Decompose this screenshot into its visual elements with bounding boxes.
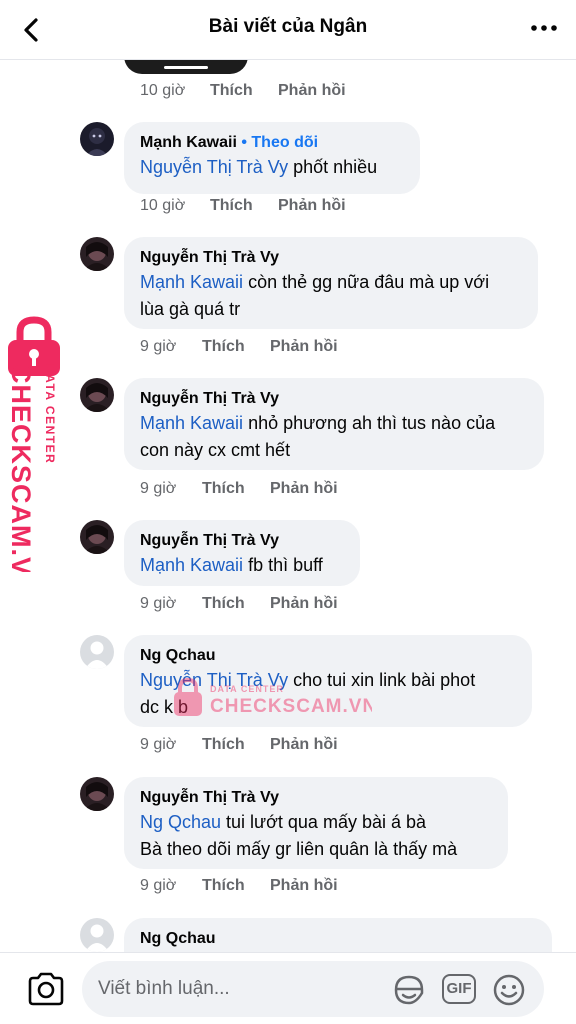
page-title: Bài viết của Ngân xyxy=(208,16,368,37)
comment-meta: 9 giờ Thích Phản hồi xyxy=(140,595,338,613)
reply-button[interactable]: Phản hồi xyxy=(270,736,338,754)
camera-button[interactable] xyxy=(26,971,66,1007)
like-button[interactable]: Thích xyxy=(202,595,270,613)
comment-time: 10 giờ xyxy=(140,82,186,99)
comment-author[interactable]: Mạnh Kawaii xyxy=(140,134,237,151)
comment-text: còn thẻ gg nữa đâu mà up với xyxy=(243,272,490,292)
comment-time: 9 giờ xyxy=(140,338,177,355)
header-bar: Bài viết của Ngân xyxy=(0,0,576,60)
comment-time: 9 giờ xyxy=(140,736,177,753)
like-button[interactable]: Thích xyxy=(202,338,270,356)
reply-button[interactable]: Phản hồi xyxy=(278,82,346,100)
mention-link[interactable]: Mạnh Kawaii xyxy=(140,555,243,575)
comment-input-wrapper: GIF xyxy=(82,961,544,1017)
emoji-icon xyxy=(493,974,525,1006)
comment-meta: 9 giờ Thích Phản hồi xyxy=(140,736,338,754)
comment-meta: 9 giờ Thích Phản hồi xyxy=(140,338,338,356)
reply-button[interactable]: Phản hồi xyxy=(270,595,338,613)
avatar[interactable] xyxy=(80,918,114,952)
comment-text: tui lướt qua mấy bài á bà xyxy=(221,812,427,832)
comment-bubble: Nguyễn Thị Trà Vy Mạnh Kawaii fb thì buf… xyxy=(124,520,360,586)
comment-bubble: Mạnh Kawaii • Theo dõi Nguyễn Thị Trà Vy… xyxy=(124,122,420,194)
avatar[interactable] xyxy=(80,237,114,271)
comment-author[interactable]: Ng Qchau xyxy=(140,928,536,950)
gif-icon[interactable]: GIF xyxy=(442,974,476,1004)
mention-link[interactable]: Nguyễn Thị Trà Vy xyxy=(140,670,288,690)
mention-link[interactable]: Nguyễn Thị Trà Vy xyxy=(140,157,288,177)
comment-bubble: Nguyễn Thị Trà Vy Ng Qchau tui lướt qua … xyxy=(124,777,508,869)
avatar[interactable] xyxy=(80,635,114,669)
comment-meta: 10 giờ Thích Phản hồi xyxy=(140,82,346,100)
comment-time: 10 giờ xyxy=(140,197,186,214)
lock-icon xyxy=(8,316,60,376)
watermark-side-brand: CHECKSCAM.VN xyxy=(6,364,36,572)
comment-bubble: Nguyễn Thị Trà Vy Mạnh Kawaii nhỏ phương… xyxy=(124,378,544,470)
avatar[interactable] xyxy=(80,777,114,811)
reply-button[interactable]: Phản hồi xyxy=(270,480,338,498)
follow-button[interactable]: Theo dõi xyxy=(251,134,318,151)
comment-author[interactable]: Nguyễn Thị Trà Vy xyxy=(140,388,528,410)
comment-meta: 9 giờ Thích Phản hồi xyxy=(140,877,338,895)
camera-icon xyxy=(28,972,64,1006)
more-options-button[interactable] xyxy=(528,16,560,40)
comment-meta: 10 giờ Thích Phản hồi xyxy=(140,197,346,215)
mention-link[interactable]: Mạnh Kawaii xyxy=(140,413,243,433)
sticker-button[interactable] xyxy=(392,973,426,1007)
more-dots-icon xyxy=(531,25,557,31)
comment-text: fb thì buff xyxy=(243,555,323,575)
comment-bubble: Ng Qchau Nguyễn Thị Trà Vy cho tui xin l… xyxy=(124,635,532,727)
mention-link[interactable]: Ng Qchau xyxy=(140,812,221,832)
like-button[interactable]: Thích xyxy=(210,197,278,215)
like-button[interactable]: Thích xyxy=(210,82,278,100)
emoji-button[interactable] xyxy=(492,973,526,1007)
comment-input[interactable] xyxy=(98,961,378,1017)
avatar[interactable] xyxy=(80,122,114,156)
reply-button[interactable]: Phản hồi xyxy=(270,338,338,356)
like-button[interactable]: Thích xyxy=(202,877,270,895)
like-button[interactable]: Thích xyxy=(202,736,270,754)
sticker-icon xyxy=(394,975,424,1005)
comment-text-line2: con này cx cmt hết xyxy=(140,440,291,460)
like-button[interactable]: Thích xyxy=(202,480,270,498)
comment-author[interactable]: Nguyễn Thị Trà Vy xyxy=(140,247,522,269)
comment-text: cho tui xin link bài phot xyxy=(288,670,476,690)
comment-author[interactable]: Nguyễn Thị Trà Vy xyxy=(140,787,492,809)
comment-time: 9 giờ xyxy=(140,480,177,497)
comment-text: phốt nhiều xyxy=(288,157,378,177)
comment-text-line2: dc k b xyxy=(140,697,189,717)
comment-time: 9 giờ xyxy=(140,595,177,612)
reply-button[interactable]: Phản hồi xyxy=(270,877,338,895)
comment-text-line2: lùa gà quá tr xyxy=(140,299,241,319)
comment-time: 9 giờ xyxy=(140,877,177,894)
watermark-side-small: DATA CENTER xyxy=(43,364,57,464)
avatar[interactable] xyxy=(80,520,114,554)
reply-button[interactable]: Phản hồi xyxy=(278,197,346,215)
comment-text: nhỏ phương ah thì tus nào của xyxy=(243,413,496,433)
comment-bubble: Nguyễn Thị Trà Vy Mạnh Kawaii còn thẻ gg… xyxy=(124,237,538,329)
comment-text-line2: Bà theo dõi mấy gr liên quân là thấy mà xyxy=(140,839,458,859)
comment-author[interactable]: Ng Qchau xyxy=(140,645,516,667)
mention-link[interactable]: Mạnh Kawaii xyxy=(140,272,243,292)
avatar[interactable] xyxy=(80,378,114,412)
comment-author[interactable]: Nguyễn Thị Trà Vy xyxy=(140,530,344,552)
watermark-side: DATA CENTER CHECKSCAM.VN xyxy=(6,316,64,576)
comment-composer: GIF xyxy=(0,952,576,1024)
comment-meta: 9 giờ Thích Phản hồi xyxy=(140,480,338,498)
